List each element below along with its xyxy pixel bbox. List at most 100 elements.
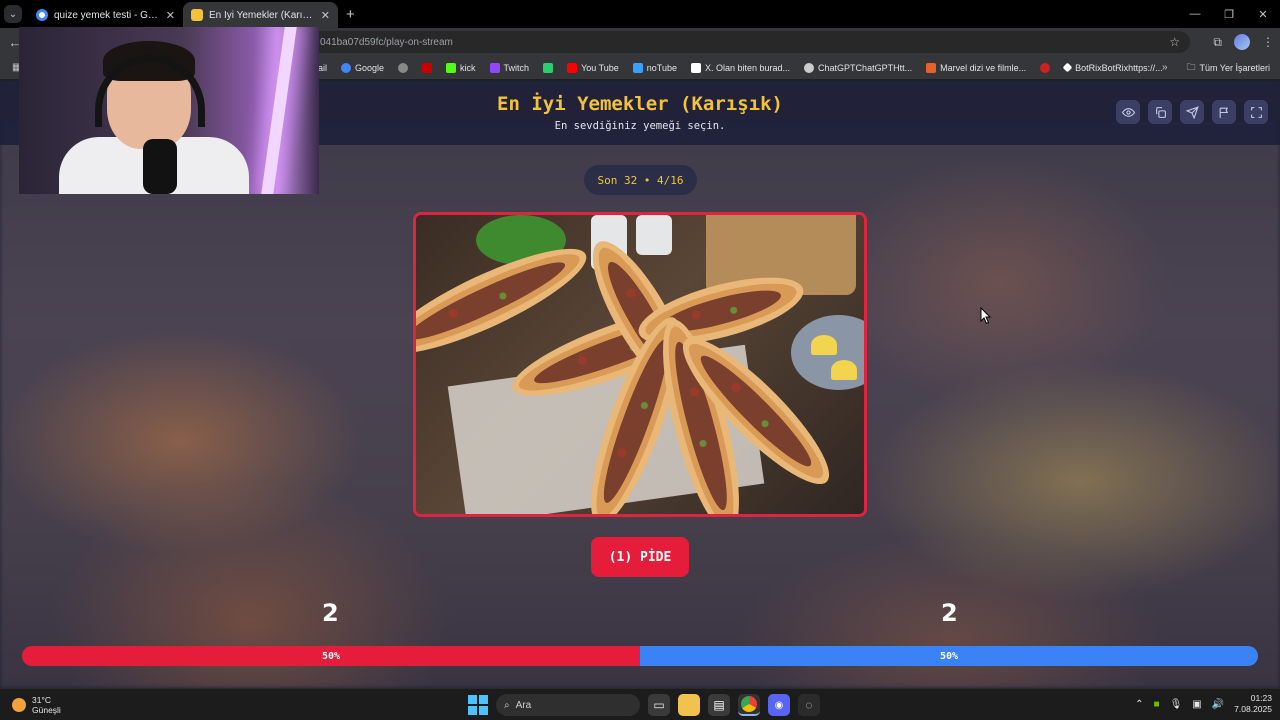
- site-icon: [422, 62, 433, 73]
- profile-avatar[interactable]: [1234, 34, 1250, 50]
- choice-button[interactable]: (1) PİDE: [591, 537, 689, 577]
- restore-icon[interactable]: ❐: [1212, 0, 1246, 28]
- volume-icon[interactable]: 🔊: [1212, 699, 1224, 710]
- close-tab-icon[interactable]: ✕: [166, 9, 175, 22]
- chrome-icon[interactable]: [738, 694, 760, 716]
- clock[interactable]: 01:23 7.08.2025: [1234, 693, 1272, 715]
- clock-date: 7.08.2025: [1234, 704, 1272, 714]
- site-icon: [1040, 62, 1051, 73]
- site-icon: [543, 62, 554, 73]
- x-icon: [690, 62, 701, 73]
- bookmark-site[interactable]: [398, 62, 409, 73]
- botrix-icon: [1062, 62, 1073, 73]
- copy-button[interactable]: [1148, 100, 1172, 124]
- minimize-icon[interactable]: —: [1178, 0, 1212, 28]
- site-icon: [398, 62, 409, 73]
- microphone-icon: [143, 139, 177, 194]
- network-icon[interactable]: ▣: [1192, 699, 1201, 710]
- search-placeholder: Ara: [515, 699, 532, 711]
- eye-icon: [1121, 107, 1135, 117]
- tab-quiz[interactable]: En İyi Yemekler (Karışık) - Quize ✕: [183, 2, 338, 28]
- extensions-icon[interactable]: ⧉: [1213, 35, 1222, 50]
- store-icon[interactable]: ▤: [708, 694, 730, 716]
- bookmark-site[interactable]: [422, 62, 433, 73]
- bookmark-gmail[interactable]: ail: [318, 63, 327, 73]
- tab-search-button[interactable]: ⌄: [4, 5, 22, 23]
- nvidia-icon[interactable]: ■: [1154, 699, 1160, 710]
- url-text: 041ba07d59fc/play-on-stream: [320, 36, 453, 48]
- search-icon: ⌕: [504, 699, 510, 711]
- bookmark-youtube[interactable]: You Tube: [567, 62, 619, 73]
- send-button[interactable]: [1180, 100, 1204, 124]
- weather-desc: Güneşli: [32, 705, 61, 715]
- lemon-shape: [831, 360, 857, 380]
- all-bookmarks-button[interactable]: 🗀 Tüm Yer İşaretleri: [1186, 60, 1270, 76]
- close-window-icon[interactable]: ✕: [1246, 0, 1280, 28]
- notube-icon: [632, 62, 643, 73]
- new-tab-button[interactable]: +: [346, 6, 355, 23]
- right-vote-segment: 50%: [640, 646, 1258, 666]
- tab-strip: ⌄ quize yemek testi - Google'da A ✕ En İ…: [0, 0, 1280, 28]
- obs-icon[interactable]: ◌: [798, 694, 820, 716]
- choice-image-card[interactable]: [413, 212, 867, 517]
- bookmark-marvel[interactable]: Marvel dizi ve filmle...: [926, 62, 1026, 73]
- weather-widget[interactable]: 31°C Güneşli: [12, 695, 61, 715]
- taskbar: 31°C Güneşli ⌕ Ara ▭ ▤ ◉ ◌ ⌃ ■ 🎙 ▣ 🔊 01:…: [0, 688, 1280, 720]
- bookmark-site[interactable]: [1040, 62, 1051, 73]
- bookmark-kick[interactable]: kick: [446, 62, 476, 73]
- bookmark-twitch[interactable]: Twitch: [489, 62, 529, 73]
- left-vote-segment: 50%: [22, 646, 640, 666]
- bookmark-botrix[interactable]: BotRixBotRixhttps://...: [1062, 62, 1163, 73]
- bookmark-star-icon[interactable]: ☆: [1169, 35, 1180, 49]
- bookmarks-overflow-button[interactable]: »: [1162, 62, 1168, 73]
- bookmark-site[interactable]: [543, 62, 554, 73]
- left-percent: 50%: [321, 650, 341, 662]
- youtube-icon: [567, 62, 578, 73]
- window-controls: — ❐ ✕: [1178, 0, 1280, 28]
- send-icon: [1185, 105, 1199, 119]
- taskbar-search[interactable]: ⌕ Ara: [496, 694, 640, 716]
- address-bar[interactable]: 041ba07d59fc/play-on-stream ☆: [300, 31, 1190, 53]
- close-tab-icon[interactable]: ✕: [321, 9, 330, 22]
- sun-icon: [12, 698, 26, 712]
- discord-icon[interactable]: ◉: [768, 694, 790, 716]
- task-view-icon[interactable]: ▭: [648, 694, 670, 716]
- clock-time: 01:23: [1250, 693, 1272, 703]
- folder-icon: 🗀: [1186, 61, 1196, 72]
- webcam-overlay: [19, 27, 319, 194]
- quiz-favicon-icon: [191, 9, 203, 21]
- tab-title: En İyi Yemekler (Karışık) - Quize: [209, 9, 315, 21]
- fullscreen-icon: [1250, 106, 1262, 118]
- weather-temp: 31°C: [32, 695, 51, 705]
- bookmark-chatgpt[interactable]: ChatGPTChatGPTHtt...: [804, 62, 912, 73]
- file-explorer-icon[interactable]: [678, 694, 700, 716]
- lemon-shape: [811, 335, 837, 355]
- tab-google-search[interactable]: quize yemek testi - Google'da A ✕: [28, 2, 183, 28]
- flag-button[interactable]: [1212, 100, 1236, 124]
- google-icon: [341, 62, 352, 73]
- tab-title: quize yemek testi - Google'da A: [54, 9, 160, 21]
- left-score: 2: [322, 599, 339, 627]
- bottle-shape: [636, 215, 672, 255]
- marvel-icon: [926, 62, 937, 73]
- neon-light-shape: [261, 27, 297, 194]
- eye-button[interactable]: [1116, 100, 1140, 124]
- right-percent: 50%: [939, 650, 959, 662]
- flag-icon: [1219, 107, 1228, 118]
- tray-overflow-icon[interactable]: ⌃: [1135, 699, 1143, 710]
- menu-kebab-icon[interactable]: ⋮: [1262, 35, 1274, 49]
- chatgpt-icon: [804, 62, 815, 73]
- copy-icon: [1155, 106, 1166, 118]
- right-score: 2: [941, 599, 958, 627]
- microphone-tray-icon[interactable]: 🎙: [1170, 699, 1183, 710]
- fullscreen-button[interactable]: [1244, 100, 1268, 124]
- bookmark-google[interactable]: Google: [341, 62, 384, 73]
- system-tray: ⌃ ■ 🎙 ▣ 🔊 01:23 7.08.2025: [1135, 693, 1272, 715]
- vote-bar: 50% 50%: [22, 646, 1258, 666]
- twitch-icon: [489, 62, 500, 73]
- start-button[interactable]: [468, 695, 488, 715]
- bookmark-x[interactable]: X. Olan biten burad...: [690, 62, 790, 73]
- kick-icon: [446, 62, 457, 73]
- bookmark-notube[interactable]: noTube: [632, 62, 677, 73]
- google-icon: [36, 9, 48, 21]
